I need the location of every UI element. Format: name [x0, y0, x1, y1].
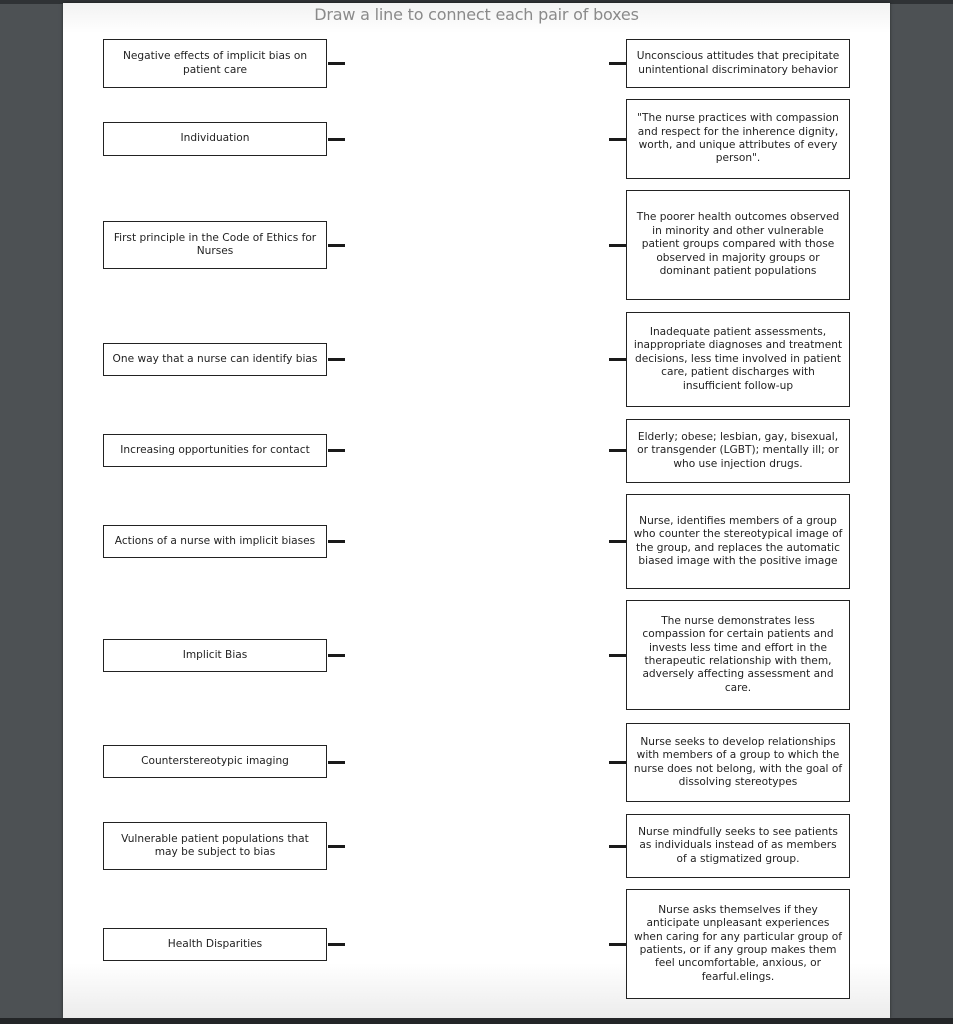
- left-connector-4[interactable]: [328, 358, 345, 361]
- right-connector-4[interactable]: [609, 358, 626, 361]
- right-box-1[interactable]: Unconscious attitudes that precipitate u…: [626, 39, 850, 88]
- left-box-5[interactable]: Increasing opportunities for contact: [103, 434, 327, 467]
- right-connector-2[interactable]: [609, 138, 626, 141]
- left-connector-6[interactable]: [328, 540, 345, 543]
- left-connector-8[interactable]: [328, 761, 345, 764]
- right-box-2[interactable]: "The nurse practices with compassion and…: [626, 99, 850, 179]
- right-connector-5[interactable]: [609, 449, 626, 452]
- right-connector-9[interactable]: [609, 845, 626, 848]
- left-box-1[interactable]: Negative effects of implicit bias on pat…: [103, 39, 327, 88]
- viewer-bottom-bar: [0, 1018, 953, 1024]
- left-box-10[interactable]: Health Disparities: [103, 928, 327, 961]
- left-box-label: Vulnerable patient populations that may …: [121, 832, 309, 858]
- right-connector-3[interactable]: [609, 244, 626, 247]
- right-box-4[interactable]: Inadequate patient assessments, inapprop…: [626, 312, 850, 407]
- left-box-label: First principle in the Code of Ethics fo…: [113, 231, 317, 257]
- right-box-label: Elderly; obese; lesbian, gay, bisexual, …: [637, 430, 839, 470]
- right-connector-10[interactable]: [609, 943, 626, 946]
- right-box-6[interactable]: Nurse, identifies members of a group who…: [626, 494, 850, 589]
- left-connector-10[interactable]: [328, 943, 345, 946]
- left-box-2[interactable]: Individuation: [103, 122, 327, 156]
- right-box-label: The nurse demonstrates less compassion f…: [642, 614, 834, 694]
- left-connector-9[interactable]: [328, 845, 345, 848]
- right-connector-7[interactable]: [609, 654, 626, 657]
- left-box-label: Counterstereotypic imaging: [141, 754, 289, 767]
- right-box-label: Unconscious attitudes that precipitate u…: [636, 50, 840, 76]
- left-box-4[interactable]: One way that a nurse can identify bias: [103, 343, 327, 376]
- right-box-label: Nurse seeks to develop relationships wit…: [633, 735, 843, 788]
- right-box-label: The poorer health outcomes observed in m…: [636, 211, 840, 278]
- left-box-label: Implicit Bias: [182, 648, 248, 661]
- left-box-6[interactable]: Actions of a nurse with implicit biases: [103, 525, 327, 558]
- right-box-label: Inadequate patient assessments, inapprop…: [633, 325, 843, 392]
- right-box-label: Nurse, identifies members of a group who…: [633, 514, 843, 567]
- right-connector-6[interactable]: [609, 540, 626, 543]
- left-connector-2[interactable]: [328, 138, 345, 141]
- left-box-3[interactable]: First principle in the Code of Ethics fo…: [103, 221, 327, 269]
- right-box-9[interactable]: Nurse mindfully seeks to see patients as…: [626, 814, 850, 878]
- left-connector-3[interactable]: [328, 244, 345, 247]
- left-box-label: Actions of a nurse with implicit biases: [114, 534, 316, 547]
- left-connector-1[interactable]: [328, 62, 345, 65]
- left-box-label: One way that a nurse can identify bias: [112, 352, 318, 365]
- right-box-label: Nurse mindfully seeks to see patients as…: [638, 825, 838, 865]
- right-box-label: Nurse asks themselves if they anticipate…: [634, 903, 842, 983]
- right-box-5[interactable]: Elderly; obese; lesbian, gay, bisexual, …: [626, 419, 850, 483]
- left-box-8[interactable]: Counterstereotypic imaging: [103, 745, 327, 778]
- right-box-7[interactable]: The nurse demonstrates less compassion f…: [626, 600, 850, 710]
- left-box-label: Health Disparities: [167, 937, 263, 950]
- left-box-label: Increasing opportunities for contact: [120, 443, 310, 456]
- right-box-3[interactable]: The poorer health outcomes observed in m…: [626, 190, 850, 300]
- left-connector-5[interactable]: [328, 449, 345, 452]
- left-box-label: Negative effects of implicit bias on pat…: [122, 50, 308, 76]
- right-connector-8[interactable]: [609, 761, 626, 764]
- left-connector-7[interactable]: [328, 654, 345, 657]
- right-connector-1[interactable]: [609, 62, 626, 65]
- right-box-8[interactable]: Nurse seeks to develop relationships wit…: [626, 723, 850, 802]
- right-box-label: "The nurse practices with compassion and…: [637, 112, 839, 165]
- left-box-label: Individuation: [180, 132, 250, 145]
- left-box-9[interactable]: Vulnerable patient populations that may …: [103, 822, 327, 870]
- worksheet-page: Draw a line to connect each pair of boxe…: [63, 3, 890, 1018]
- right-box-10[interactable]: Nurse asks themselves if they anticipate…: [626, 889, 850, 999]
- page-title: Draw a line to connect each pair of boxe…: [314, 5, 639, 24]
- left-box-7[interactable]: Implicit Bias: [103, 639, 327, 672]
